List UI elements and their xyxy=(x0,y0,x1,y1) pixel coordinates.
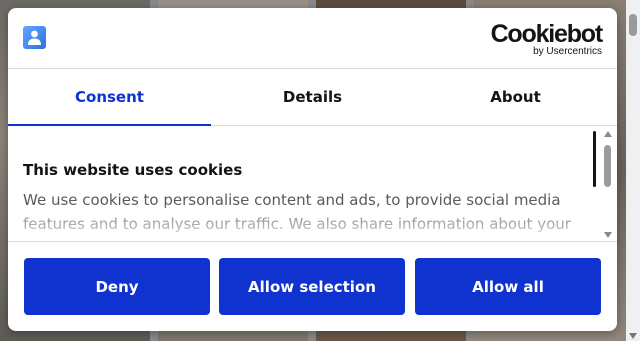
page-scrollbar[interactable] xyxy=(626,0,640,341)
content-scrollbar-thumb[interactable] xyxy=(604,145,611,187)
cookiebot-logo: Cookiebot by Usercentrics xyxy=(490,20,604,58)
scroll-up-arrow-icon[interactable] xyxy=(604,131,612,137)
tab-details[interactable]: Details xyxy=(211,69,414,125)
dialog-footer: Deny Allow selection Allow all xyxy=(8,241,617,331)
allow-all-button[interactable]: Allow all xyxy=(415,258,601,315)
cookiebot-name: Cookiebot xyxy=(490,20,604,48)
tab-bar: Consent Details About xyxy=(8,69,617,126)
allow-selection-button[interactable]: Allow selection xyxy=(219,258,405,315)
content-fade-overlay xyxy=(8,203,597,243)
scroll-down-arrow-icon[interactable] xyxy=(604,232,612,238)
site-logo-icon xyxy=(23,26,46,49)
dialog-header: Cookiebot by Usercentrics xyxy=(8,8,617,69)
tab-consent[interactable]: Consent xyxy=(8,69,211,126)
focus-indicator xyxy=(593,131,596,187)
consent-panel: This website uses cookies We use cookies… xyxy=(8,126,617,243)
deny-button[interactable]: Deny xyxy=(24,258,210,315)
cookie-consent-dialog: Cookiebot by Usercentrics Consent Detail… xyxy=(8,8,617,331)
consent-heading: This website uses cookies xyxy=(23,161,243,179)
tab-about[interactable]: About xyxy=(414,69,617,125)
page-scroll-down-arrow[interactable] xyxy=(629,333,637,339)
content-scrollbar[interactable] xyxy=(601,126,617,243)
page-scrollbar-thumb[interactable] xyxy=(629,14,637,36)
